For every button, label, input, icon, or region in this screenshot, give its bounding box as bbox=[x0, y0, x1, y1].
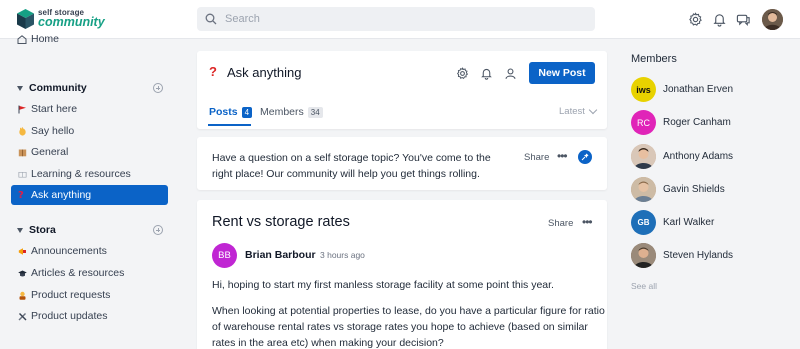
logo-line2: community bbox=[38, 15, 105, 30]
book-icon bbox=[17, 170, 27, 179]
sort-dropdown[interactable]: Latest bbox=[559, 105, 598, 117]
more-options-icon[interactable]: ••• bbox=[557, 149, 568, 163]
sidebar-item-ask-anything[interactable]: ? Ask anything bbox=[11, 185, 168, 205]
sidebar-section-community[interactable]: Community bbox=[17, 82, 87, 94]
member-avatar: RC bbox=[631, 110, 656, 135]
package-icon bbox=[17, 148, 27, 157]
question-icon: ? bbox=[209, 64, 217, 79]
question-icon: ? bbox=[17, 189, 27, 201]
member-item[interactable]: Anthony Adams bbox=[631, 144, 733, 169]
sidebar-item-label: Start here bbox=[31, 103, 78, 115]
author-name[interactable]: Brian Barbour bbox=[245, 249, 316, 261]
sidebar-item-say-hello[interactable]: Say hello bbox=[17, 122, 74, 140]
member-item[interactable]: RC Roger Canham bbox=[631, 110, 731, 135]
member-item[interactable]: GB Karl Walker bbox=[631, 210, 714, 235]
tab-count-badge: 34 bbox=[307, 106, 323, 118]
sidebar-section-stora[interactable]: Stora bbox=[17, 224, 56, 236]
sidebar-item-label: Announcements bbox=[31, 245, 107, 257]
sidebar-item-label: Home bbox=[31, 33, 60, 45]
sidebar-item-announcements[interactable]: Announcements bbox=[17, 242, 107, 260]
sidebar-item-label: Articles & resources bbox=[31, 267, 125, 279]
members-heading: Members bbox=[631, 53, 677, 65]
search-input[interactable]: Search bbox=[197, 7, 595, 31]
top-bar: self storage community Search bbox=[0, 0, 800, 39]
member-name: Jonathan Erven bbox=[663, 84, 734, 95]
graduation-cap-icon bbox=[17, 269, 27, 278]
sidebar-item-articles-resources[interactable]: Articles & resources bbox=[17, 264, 124, 282]
sidebar-item-label: Product updates bbox=[31, 310, 108, 322]
sidebar-item-home[interactable]: Home bbox=[17, 30, 59, 48]
active-tab-indicator bbox=[208, 124, 251, 126]
section-label: Stora bbox=[29, 224, 56, 236]
notifications-bell-icon[interactable] bbox=[712, 12, 727, 27]
member-name: Anthony Adams bbox=[663, 151, 734, 162]
channel-title: Ask anything bbox=[227, 65, 302, 80]
chevron-down-icon bbox=[17, 85, 23, 91]
tools-icon bbox=[17, 312, 27, 321]
tab-posts[interactable]: Posts 4 bbox=[209, 106, 253, 118]
member-name: Gavin Shields bbox=[663, 184, 725, 195]
member-avatar: GB bbox=[631, 210, 656, 235]
member-avatar: iws bbox=[631, 77, 656, 102]
person-icon bbox=[17, 291, 27, 300]
sidebar-item-label: Ask anything bbox=[31, 189, 92, 201]
sidebar-item-label: Say hello bbox=[31, 125, 75, 137]
more-options-icon[interactable]: ••• bbox=[582, 215, 593, 229]
member-avatar bbox=[631, 177, 656, 202]
member-name: Karl Walker bbox=[663, 217, 715, 228]
user-avatar[interactable] bbox=[762, 9, 783, 30]
sidebar-item-product-requests[interactable]: Product requests bbox=[17, 286, 110, 304]
tab-label: Posts bbox=[209, 106, 238, 118]
megaphone-icon bbox=[17, 247, 27, 256]
chevron-down-icon bbox=[17, 227, 23, 233]
channel-members-user-icon[interactable] bbox=[504, 67, 517, 80]
waving-hand-icon bbox=[17, 126, 27, 136]
chevron-down-icon bbox=[588, 105, 598, 115]
search-icon bbox=[205, 13, 217, 25]
channel-notifications-bell-icon[interactable] bbox=[480, 67, 493, 80]
sidebar-item-label: General bbox=[31, 146, 69, 158]
author-avatar[interactable]: BB bbox=[212, 243, 237, 268]
sidebar-item-start-here[interactable]: Start here bbox=[17, 100, 77, 118]
sidebar-item-learning-resources[interactable]: Learning & resources bbox=[17, 165, 131, 183]
see-all-members-link[interactable]: See all bbox=[631, 281, 657, 291]
member-item[interactable]: iws Jonathan Erven bbox=[631, 77, 733, 102]
share-button[interactable]: Share bbox=[548, 218, 573, 229]
tab-label: Members bbox=[260, 106, 304, 118]
member-avatar bbox=[631, 243, 656, 268]
sidebar-item-label: Learning & resources bbox=[31, 168, 131, 180]
share-button[interactable]: Share bbox=[524, 152, 549, 163]
member-name: Steven Hylands bbox=[663, 250, 734, 261]
settings-gear-icon[interactable] bbox=[688, 12, 703, 27]
post-title[interactable]: Rent vs storage rates bbox=[212, 214, 350, 230]
sidebar-item-product-updates[interactable]: Product updates bbox=[17, 307, 107, 325]
logo[interactable]: self storage community bbox=[17, 9, 105, 29]
member-avatar bbox=[631, 144, 656, 169]
tab-members[interactable]: Members 34 bbox=[260, 106, 323, 118]
add-channel-icon[interactable] bbox=[153, 83, 163, 93]
sidebar-item-general[interactable]: General bbox=[17, 143, 68, 161]
post-paragraph: Hi, hoping to start my first manless sto… bbox=[212, 279, 554, 291]
home-icon bbox=[17, 34, 27, 44]
search-placeholder: Search bbox=[225, 13, 260, 25]
new-post-button[interactable]: New Post bbox=[529, 62, 595, 84]
channel-description: Have a question on a self storage topic?… bbox=[212, 152, 491, 180]
post-timestamp: 3 hours ago bbox=[320, 250, 365, 260]
add-channel-icon[interactable] bbox=[153, 225, 163, 235]
tab-count-badge: 4 bbox=[241, 106, 253, 118]
channel-settings-gear-icon[interactable] bbox=[456, 67, 469, 80]
member-item[interactable]: Gavin Shields bbox=[631, 177, 725, 202]
chat-icon[interactable] bbox=[736, 12, 751, 27]
post-paragraph: When looking at potential properties to … bbox=[212, 305, 605, 349]
member-item[interactable]: Steven Hylands bbox=[631, 243, 733, 268]
pin-icon[interactable] bbox=[578, 150, 592, 164]
red-flag-icon bbox=[17, 105, 27, 114]
sidebar-item-label: Product requests bbox=[31, 289, 111, 301]
logo-cube-icon bbox=[17, 9, 34, 29]
section-label: Community bbox=[29, 82, 87, 94]
sort-label: Latest bbox=[559, 106, 585, 117]
member-name: Roger Canham bbox=[663, 117, 731, 128]
svg-text:?: ? bbox=[18, 190, 24, 199]
